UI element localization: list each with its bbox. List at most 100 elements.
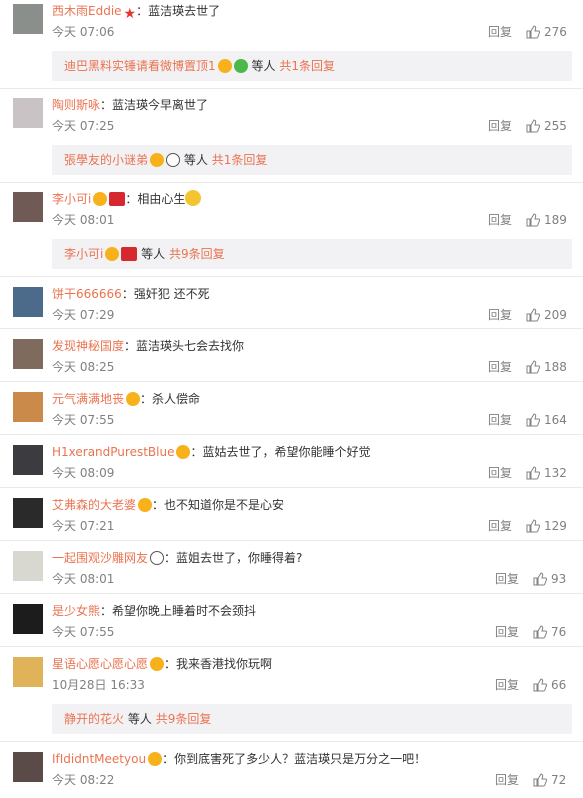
like-count: 189 — [544, 213, 567, 227]
red-badge-icon — [109, 192, 126, 206]
username-link[interactable]: 陶则斯咏 — [52, 98, 100, 112]
thumbs-up-icon — [533, 678, 548, 692]
like-button[interactable]: 66 — [533, 677, 566, 693]
like-count: 129 — [544, 519, 567, 533]
avatar[interactable] — [13, 445, 43, 475]
comment-header: 艾弗森的大老婆 ：也不知道你是不是心安 — [52, 496, 284, 514]
username-link[interactable]: IfIdidntMeetyou — [52, 752, 146, 766]
thumbs-up-icon — [526, 25, 541, 39]
sub-reply-suffix: 等人 — [141, 247, 166, 261]
divider — [0, 540, 583, 541]
divider — [0, 276, 583, 277]
comment-actions: 回复 76 — [495, 624, 566, 640]
like-button[interactable]: 129 — [526, 518, 567, 534]
reply-button[interactable]: 回复 — [488, 119, 512, 133]
like-button[interactable]: 189 — [526, 212, 567, 228]
like-button[interactable]: 209 — [526, 307, 567, 323]
avatar[interactable] — [13, 498, 43, 528]
comment-header: 李小可i ：相由心生 — [52, 190, 202, 208]
username-link[interactable]: 饼干666666 — [52, 287, 122, 301]
sub-reply-summary[interactable]: 静开的花火 等人 共9条回复 — [52, 704, 572, 734]
thumbs-up-icon — [526, 119, 541, 133]
avatar[interactable] — [13, 339, 43, 369]
like-button[interactable]: 188 — [526, 359, 567, 375]
avatar[interactable] — [13, 604, 43, 634]
reply-button[interactable]: 回复 — [495, 625, 519, 639]
like-count: 132 — [544, 466, 567, 480]
thumbs-up-icon — [526, 360, 541, 374]
comment-text: ：蓝姑去世了，希望你能睡个好觉 — [190, 445, 371, 459]
username-link[interactable]: 是少女熊 — [52, 604, 100, 618]
comment-time: 今天 08:01 — [52, 213, 115, 227]
vip-badge-icon — [217, 59, 232, 73]
username-link[interactable]: H1xerandPurestBlue — [52, 445, 174, 459]
reply-button[interactable]: 回复 — [488, 213, 512, 227]
username-link[interactable]: 元气满满地丧 — [52, 392, 124, 406]
sub-reply-count-link[interactable]: 共1条回复 — [279, 59, 335, 73]
username-link[interactable]: 李小可i — [52, 192, 91, 206]
comment-header: 是少女熊：希望你晚上睡着时不会颈抖 — [52, 602, 256, 620]
comment-time: 今天 08:22 — [52, 773, 115, 787]
sub-reply-summary[interactable]: 李小可i 等人 共9条回复 — [52, 239, 572, 269]
reply-button[interactable]: 回复 — [488, 413, 512, 427]
sub-reply-count-link[interactable]: 共9条回复 — [156, 712, 212, 726]
like-count: 276 — [544, 25, 567, 39]
avatar[interactable] — [13, 551, 43, 581]
divider — [0, 646, 583, 647]
star-badge-icon: ★ — [123, 6, 137, 22]
sub-reply-summary[interactable]: 迪巴黑料实锤请看微博置顶1 等人 共1条回复 — [52, 51, 572, 81]
sub-reply-username[interactable]: 張學友的小谜弟 — [64, 153, 148, 167]
username-link[interactable]: 西木雨Eddie — [52, 4, 122, 18]
red-badge-icon — [121, 247, 138, 261]
like-count: 93 — [551, 572, 567, 586]
comment-actions: 回复 72 — [495, 772, 566, 788]
reply-button[interactable]: 回复 — [488, 519, 512, 533]
reply-button[interactable]: 回复 — [495, 678, 519, 692]
username-link[interactable]: 发现神秘国度 — [52, 339, 124, 353]
avatar[interactable] — [13, 287, 43, 317]
sub-reply-username[interactable]: 静开的花火 — [64, 712, 124, 726]
like-count: 209 — [544, 308, 567, 322]
comment-text: ：相由心生 — [125, 192, 186, 206]
like-button[interactable]: 72 — [533, 772, 566, 788]
comment-header: 饼干666666：强奸犯 还不死 — [52, 285, 210, 303]
reply-button[interactable]: 回复 — [495, 572, 519, 586]
username-link[interactable]: 艾弗森的大老婆 — [52, 498, 136, 512]
like-button[interactable]: 276 — [526, 24, 567, 40]
like-button[interactable]: 93 — [533, 571, 566, 587]
comment-header: H1xerandPurestBlue ：蓝姑去世了，希望你能睡个好觉 — [52, 443, 371, 461]
avatar[interactable] — [13, 192, 43, 222]
comment-actions: 回复 276 — [488, 24, 567, 40]
username-link[interactable]: 星语心愿心愿心愿 — [52, 657, 148, 671]
reply-button[interactable]: 回复 — [488, 25, 512, 39]
reply-button[interactable]: 回复 — [488, 308, 512, 322]
sub-reply-count-link[interactable]: 共9条回复 — [169, 247, 225, 261]
comment-header: 元气满满地丧 ：杀人偿命 — [52, 390, 200, 408]
like-button[interactable]: 255 — [526, 118, 567, 134]
divider — [0, 434, 583, 435]
comment-time: 今天 08:09 — [52, 466, 115, 480]
avatar[interactable] — [13, 4, 43, 34]
comment-text: ：你到底害死了多少人？蓝洁瑛只是万分之一吧！ — [162, 752, 427, 766]
green-badge-icon — [233, 59, 248, 73]
like-button[interactable]: 164 — [526, 412, 567, 428]
comment-header: 发现神秘国度：蓝洁瑛头七会去找你 — [52, 337, 244, 355]
sub-reply-count-link[interactable]: 共1条回复 — [212, 153, 268, 167]
avatar[interactable] — [13, 98, 43, 128]
avatar[interactable] — [13, 657, 43, 687]
reply-button[interactable]: 回复 — [488, 466, 512, 480]
like-button[interactable]: 132 — [526, 465, 567, 481]
sub-reply-username[interactable]: 迪巴黑料实锤请看微博置顶1 — [64, 59, 216, 73]
avatar[interactable] — [13, 752, 43, 782]
vip-badge-icon — [176, 445, 191, 459]
like-button[interactable]: 76 — [533, 624, 566, 640]
reply-button[interactable]: 回复 — [495, 773, 519, 787]
sub-reply-summary[interactable]: 張學友的小谜弟 等人 共1条回复 — [52, 145, 572, 175]
reply-button[interactable]: 回复 — [488, 360, 512, 374]
comment-time: 今天 07:29 — [52, 308, 115, 322]
avatar[interactable] — [13, 392, 43, 422]
sub-reply-username[interactable]: 李小可i — [64, 247, 103, 261]
comment-text: ：蓝洁瑛头七会去找你 — [124, 339, 245, 353]
smile-emoji-icon — [185, 190, 202, 206]
username-link[interactable]: 一起围观沙雕网友 — [52, 551, 148, 565]
